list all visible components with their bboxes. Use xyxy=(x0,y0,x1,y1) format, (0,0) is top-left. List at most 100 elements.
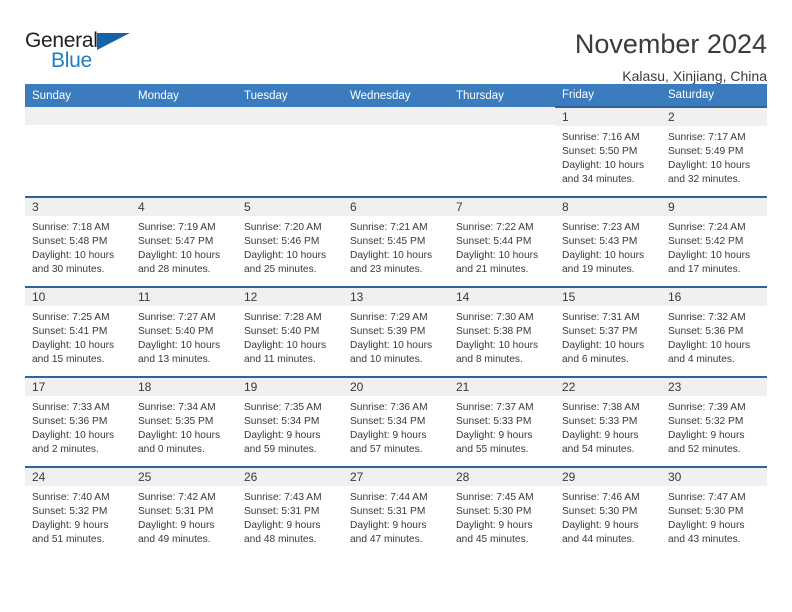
sunrise-time: Sunrise: 7:19 AM xyxy=(138,222,216,233)
triangle-logo-icon xyxy=(97,33,130,50)
sunset-time: Sunset: 5:47 PM xyxy=(138,236,214,247)
sunset-time: Sunset: 5:46 PM xyxy=(244,236,320,247)
day-number: 22 xyxy=(555,378,661,396)
day-cell-details: Sunrise: 7:39 AM Sunset: 5:32 PM Daylight:… xyxy=(661,396,767,457)
calendar-day-cell[interactable]: 21 Sunrise: 7:37 AM Sunset: 5:33 PM Dayligh… xyxy=(449,376,555,467)
day-number: 27 xyxy=(343,468,449,486)
calendar-page: General Blue November 2024 Kalasu, Xinji… xyxy=(0,0,792,612)
weekday-header-saturday: Saturday xyxy=(661,84,767,107)
calendar-day-cell[interactable]: 19 Sunrise: 7:35 AM Sunset: 5:34 PM Dayligh… xyxy=(237,376,343,467)
calendar-day-cell[interactable]: 12 Sunrise: 7:28 AM Sunset: 5:40 PM Dayligh… xyxy=(237,286,343,377)
day-number: 6 xyxy=(343,198,449,216)
weekday-header-friday: Friday xyxy=(555,84,661,107)
daylight-duration: Daylight: 10 hours and 6 minutes. xyxy=(562,340,645,365)
calendar-day-cell[interactable]: 22 Sunrise: 7:38 AM Sunset: 5:33 PM Dayligh… xyxy=(555,376,661,467)
day-number: 19 xyxy=(237,378,343,396)
daylight-duration: Daylight: 9 hours and 57 minutes. xyxy=(350,430,427,455)
calendar-day-cell[interactable]: 5 Sunrise: 7:20 AM Sunset: 5:46 PM Daylight… xyxy=(237,196,343,287)
sunrise-time: Sunrise: 7:36 AM xyxy=(350,402,428,413)
day-number: 8 xyxy=(555,198,661,216)
sunrise-time: Sunrise: 7:17 AM xyxy=(668,132,746,143)
daylight-duration: Daylight: 10 hours and 25 minutes. xyxy=(244,250,327,275)
sunrise-time: Sunrise: 7:34 AM xyxy=(138,402,216,413)
day-number: 11 xyxy=(131,288,237,306)
daylight-duration: Daylight: 10 hours and 15 minutes. xyxy=(32,340,115,365)
sunrise-time: Sunrise: 7:28 AM xyxy=(244,312,322,323)
calendar-week-row: 1 Sunrise: 7:16 AM Sunset: 5:50 PM Daylight… xyxy=(25,106,767,197)
sunset-time: Sunset: 5:43 PM xyxy=(562,236,638,247)
sunset-time: Sunset: 5:35 PM xyxy=(138,416,214,427)
day-cell-details: Sunrise: 7:23 AM Sunset: 5:43 PM Daylight:… xyxy=(555,216,661,277)
day-number: 4 xyxy=(131,198,237,216)
day-cell-details: Sunrise: 7:38 AM Sunset: 5:33 PM Daylight:… xyxy=(555,396,661,457)
day-cell-details: Sunrise: 7:30 AM Sunset: 5:38 PM Daylight:… xyxy=(449,306,555,367)
calendar-day-cell[interactable]: 25 Sunrise: 7:42 AM Sunset: 5:31 PM Dayligh… xyxy=(131,466,237,557)
calendar-day-cell[interactable]: 4 Sunrise: 7:19 AM Sunset: 5:47 PM Daylight… xyxy=(131,196,237,287)
day-number: 28 xyxy=(449,468,555,486)
calendar-day-cell[interactable]: 9 Sunrise: 7:24 AM Sunset: 5:42 PM Daylight… xyxy=(661,196,767,287)
daylight-duration: Daylight: 10 hours and 28 minutes. xyxy=(138,250,221,275)
day-cell-details: Sunrise: 7:44 AM Sunset: 5:31 PM Daylight:… xyxy=(343,486,449,547)
calendar-day-cell[interactable]: 17 Sunrise: 7:33 AM Sunset: 5:36 PM Dayligh… xyxy=(25,376,131,467)
sunrise-time: Sunrise: 7:42 AM xyxy=(138,492,216,503)
day-number: 1 xyxy=(555,108,661,126)
daylight-duration: Daylight: 10 hours and 21 minutes. xyxy=(456,250,539,275)
calendar-day-cell[interactable]: 10 Sunrise: 7:25 AM Sunset: 5:41 PM Dayligh… xyxy=(25,286,131,377)
day-number: 18 xyxy=(131,378,237,396)
daylight-duration: Daylight: 9 hours and 45 minutes. xyxy=(456,520,533,545)
calendar-day-cell[interactable]: 15 Sunrise: 7:31 AM Sunset: 5:37 PM Dayligh… xyxy=(555,286,661,377)
calendar-header-row: Sunday Monday Tuesday Wednesday Thursday… xyxy=(25,84,767,107)
calendar-day-cell[interactable]: 11 Sunrise: 7:27 AM Sunset: 5:40 PM Dayligh… xyxy=(131,286,237,377)
sunrise-time: Sunrise: 7:44 AM xyxy=(350,492,428,503)
sunset-time: Sunset: 5:30 PM xyxy=(668,506,744,517)
general-blue-logo[interactable]: General Blue xyxy=(25,27,140,79)
sunset-time: Sunset: 5:31 PM xyxy=(244,506,320,517)
daylight-duration: Daylight: 10 hours and 30 minutes. xyxy=(32,250,115,275)
calendar-day-cell[interactable]: 20 Sunrise: 7:36 AM Sunset: 5:34 PM Dayligh… xyxy=(343,376,449,467)
sunrise-time: Sunrise: 7:27 AM xyxy=(138,312,216,323)
day-number-bar xyxy=(25,107,131,125)
calendar-day-cell[interactable]: 16 Sunrise: 7:32 AM Sunset: 5:36 PM Dayligh… xyxy=(661,286,767,377)
calendar-week-row: 3 Sunrise: 7:18 AM Sunset: 5:48 PM Daylight… xyxy=(25,196,767,287)
day-cell-details: Sunrise: 7:24 AM Sunset: 5:42 PM Daylight:… xyxy=(661,216,767,277)
sunset-time: Sunset: 5:40 PM xyxy=(244,326,320,337)
day-number: 2 xyxy=(661,108,767,126)
calendar-day-cell[interactable]: 28 Sunrise: 7:45 AM Sunset: 5:30 PM Dayligh… xyxy=(449,466,555,557)
weekday-header-wednesday: Wednesday xyxy=(343,84,449,107)
weekday-header-thursday: Thursday xyxy=(449,84,555,107)
daylight-duration: Daylight: 9 hours and 52 minutes. xyxy=(668,430,745,455)
calendar-day-cell[interactable]: 2 Sunrise: 7:17 AM Sunset: 5:49 PM Daylight… xyxy=(661,106,767,197)
calendar-day-cell[interactable]: 29 Sunrise: 7:46 AM Sunset: 5:30 PM Dayligh… xyxy=(555,466,661,557)
weekday-header-monday: Monday xyxy=(131,84,237,107)
calendar-day-cell[interactable]: 1 Sunrise: 7:16 AM Sunset: 5:50 PM Daylight… xyxy=(555,106,661,197)
calendar-day-cell[interactable]: 3 Sunrise: 7:18 AM Sunset: 5:48 PM Daylight… xyxy=(25,196,131,287)
calendar-day-cell[interactable]: 26 Sunrise: 7:43 AM Sunset: 5:31 PM Dayligh… xyxy=(237,466,343,557)
calendar-day-cell[interactable]: 23 Sunrise: 7:39 AM Sunset: 5:32 PM Dayligh… xyxy=(661,376,767,467)
calendar-day-cell[interactable]: 7 Sunrise: 7:22 AM Sunset: 5:44 PM Daylight… xyxy=(449,196,555,287)
daylight-duration: Daylight: 9 hours and 54 minutes. xyxy=(562,430,639,455)
day-cell-details: Sunrise: 7:20 AM Sunset: 5:46 PM Daylight:… xyxy=(237,216,343,277)
calendar-day-cell[interactable]: 6 Sunrise: 7:21 AM Sunset: 5:45 PM Daylight… xyxy=(343,196,449,287)
daylight-duration: Daylight: 10 hours and 19 minutes. xyxy=(562,250,645,275)
calendar-day-cell[interactable]: 24 Sunrise: 7:40 AM Sunset: 5:32 PM Dayligh… xyxy=(25,466,131,557)
day-number: 23 xyxy=(661,378,767,396)
sunrise-time: Sunrise: 7:30 AM xyxy=(456,312,534,323)
calendar-day-cell[interactable]: 8 Sunrise: 7:23 AM Sunset: 5:43 PM Daylight… xyxy=(555,196,661,287)
calendar-cell-empty xyxy=(449,107,555,197)
day-number: 7 xyxy=(449,198,555,216)
daylight-duration: Daylight: 9 hours and 48 minutes. xyxy=(244,520,321,545)
calendar-day-cell[interactable]: 14 Sunrise: 7:30 AM Sunset: 5:38 PM Dayligh… xyxy=(449,286,555,377)
daylight-duration: Daylight: 9 hours and 43 minutes. xyxy=(668,520,745,545)
day-cell-details: Sunrise: 7:32 AM Sunset: 5:36 PM Daylight:… xyxy=(661,306,767,367)
daylight-duration: Daylight: 10 hours and 4 minutes. xyxy=(668,340,751,365)
calendar-week-row: 17 Sunrise: 7:33 AM Sunset: 5:36 PM Dayligh… xyxy=(25,376,767,467)
sunset-time: Sunset: 5:30 PM xyxy=(456,506,532,517)
calendar-day-cell[interactable]: 27 Sunrise: 7:44 AM Sunset: 5:31 PM Dayligh… xyxy=(343,466,449,557)
daylight-duration: Daylight: 10 hours and 8 minutes. xyxy=(456,340,539,365)
day-cell-details: Sunrise: 7:16 AM Sunset: 5:50 PM Daylight:… xyxy=(555,126,661,187)
calendar-day-cell[interactable]: 13 Sunrise: 7:29 AM Sunset: 5:39 PM Dayligh… xyxy=(343,286,449,377)
day-cell-details: Sunrise: 7:19 AM Sunset: 5:47 PM Daylight:… xyxy=(131,216,237,277)
day-cell-details: Sunrise: 7:40 AM Sunset: 5:32 PM Daylight:… xyxy=(25,486,131,547)
calendar-day-cell[interactable]: 18 Sunrise: 7:34 AM Sunset: 5:35 PM Dayligh… xyxy=(131,376,237,467)
calendar-day-cell[interactable]: 30 Sunrise: 7:47 AM Sunset: 5:30 PM Dayligh… xyxy=(661,466,767,557)
